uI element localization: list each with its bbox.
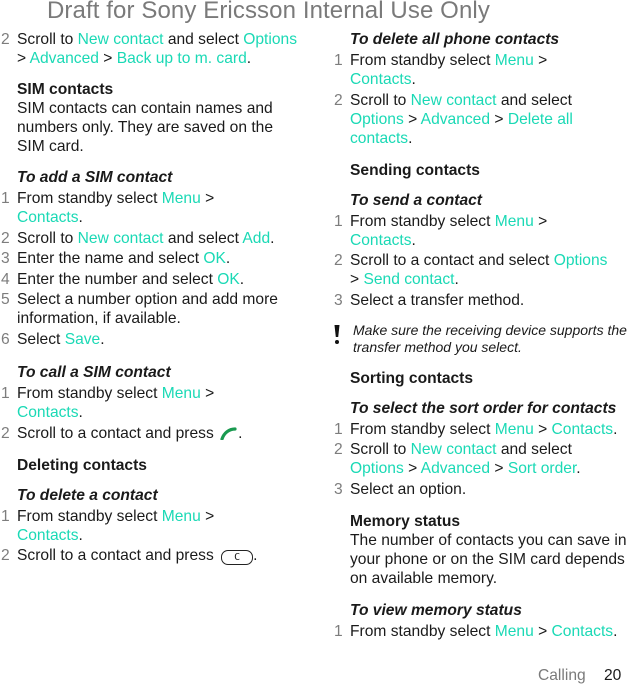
page-number: 20 (604, 667, 622, 684)
task-title-delete-all: To delete all phone contacts (350, 31, 560, 48)
sim-contacts-body: SIM contacts can contain names and numbe… (17, 100, 274, 155)
section-heading-sim-contacts: SIM contacts (17, 81, 114, 98)
list-item: 2 Scroll to a contact and press . (1, 424, 243, 442)
list-item: 3 Select an option. (334, 480, 467, 498)
list-item: 1 From standby select Menu > Contacts. (334, 212, 548, 249)
list-item: 1 From standby select Menu > Contacts. (1, 190, 215, 226)
list-item: 2 Scroll to a contact and press C. (1, 547, 258, 566)
menu-link-contacts[interactable]: Contacts (552, 421, 614, 438)
menu-link-send-contact[interactable]: Send contact (363, 271, 454, 288)
step-backup: 2 Scroll to New contact and select Option… (1, 31, 297, 67)
menu-link-contacts[interactable]: Contacts (350, 232, 412, 249)
menu-link-menu[interactable]: Menu (162, 190, 201, 207)
menu-link-new-contact[interactable]: New contact (411, 441, 497, 458)
menu-link-menu[interactable]: Menu (495, 421, 534, 438)
menu-link-options[interactable]: Options (350, 460, 404, 477)
menu-link-new-contact[interactable]: New contact (411, 92, 497, 109)
list-item: 2 Scroll to New contact and select Add. (1, 229, 275, 247)
menu-link-menu[interactable]: Menu (162, 385, 201, 402)
menu-link-contacts[interactable]: Contacts (17, 527, 79, 544)
menu-link-contacts[interactable]: Contacts (17, 404, 79, 421)
menu-link-new-contact[interactable]: New contact (78, 31, 164, 48)
list-item: 3 Enter the name and select OK. (1, 250, 231, 268)
task-title-sort-order: To select the sort order for contacts (350, 399, 617, 417)
step-number: 2 (1, 31, 10, 48)
menu-link-save[interactable]: Save (65, 331, 101, 348)
section-heading-memory: Memory status (350, 512, 461, 530)
menu-link-advanced[interactable]: Advanced (421, 460, 490, 477)
menu-link-contacts[interactable]: Contacts (350, 71, 412, 88)
task-title-send-contact: To send a contact (350, 191, 482, 209)
list-item: 5 Select a number option and add more inf… (1, 291, 278, 328)
exclamation-icon (334, 324, 340, 344)
menu-link-backup[interactable]: Back up to m. card (117, 50, 247, 67)
menu-link-menu[interactable]: Menu (495, 52, 534, 69)
list-item: 1 From standby select Menu > Contacts. (1, 384, 215, 421)
menu-link-ok[interactable]: OK (203, 250, 226, 267)
task-title-delete-contact: To delete a contact (17, 486, 158, 504)
section-heading-deleting: Deleting contacts (17, 456, 147, 474)
menu-link-contacts[interactable]: Contacts (552, 623, 614, 640)
menu-link-options[interactable]: Options (350, 111, 404, 128)
memory-status-body: The number of contacts you can save in y… (350, 531, 627, 587)
menu-link-advanced[interactable]: Advanced (30, 50, 99, 67)
task-title-view-memory: To view memory status (350, 601, 522, 619)
menu-link-sort-order[interactable]: Sort order (508, 460, 576, 477)
menu-link-add[interactable]: Add (242, 230, 270, 247)
list-item: 1 From standby select Menu > Contacts. (334, 52, 548, 88)
list-item: 2 Scroll to New contact and select Option… (334, 91, 573, 147)
left-column: 2 Scroll to New contact and select Option… (0, 30, 300, 567)
section-heading-sorting: Sorting contacts (350, 369, 474, 387)
note: Make sure the receiving device supports … (333, 322, 637, 356)
task-title-call-sim: To call a SIM contact (17, 363, 171, 381)
right-column: To delete all phone contacts 1 From stand… (333, 30, 637, 643)
menu-link-menu[interactable]: Menu (495, 623, 534, 640)
menu-link-options[interactable]: Options (243, 31, 297, 48)
list-item: 1 From standby select Menu > Contacts. (1, 507, 215, 544)
menu-link-menu[interactable]: Menu (495, 213, 534, 230)
menu-link-menu[interactable]: Menu (162, 508, 201, 525)
list-item: 3 Select a transfer method. (334, 291, 525, 309)
list-item: 1 From standby select Menu > Contacts. (334, 622, 618, 640)
menu-link-new-contact[interactable]: New contact (78, 230, 164, 247)
list-item: 2 Scroll to New contact and select Option… (334, 441, 581, 478)
menu-link-options[interactable]: Options (554, 252, 608, 269)
draft-watermark: Draft for Sony Ericsson Internal Use Onl… (47, 0, 490, 24)
list-item: 2 Scroll to a contact and select Options … (334, 252, 608, 289)
section-heading-sending: Sending contacts (350, 161, 480, 179)
footer-section-title: Calling (538, 667, 586, 684)
call-key-icon (220, 426, 237, 440)
list-item: 6 Select Save. (1, 330, 105, 348)
list-item: 4 Enter the number and select OK. (1, 270, 245, 288)
menu-link-advanced[interactable]: Advanced (421, 111, 490, 128)
menu-link-contacts[interactable]: Contacts (17, 209, 79, 226)
list-item: 1 From standby select Menu > Contacts. (334, 420, 618, 438)
clear-key-icon: C (221, 550, 254, 566)
task-title-add-sim: To add a SIM contact (17, 169, 173, 186)
menu-link-ok[interactable]: OK (217, 271, 240, 288)
